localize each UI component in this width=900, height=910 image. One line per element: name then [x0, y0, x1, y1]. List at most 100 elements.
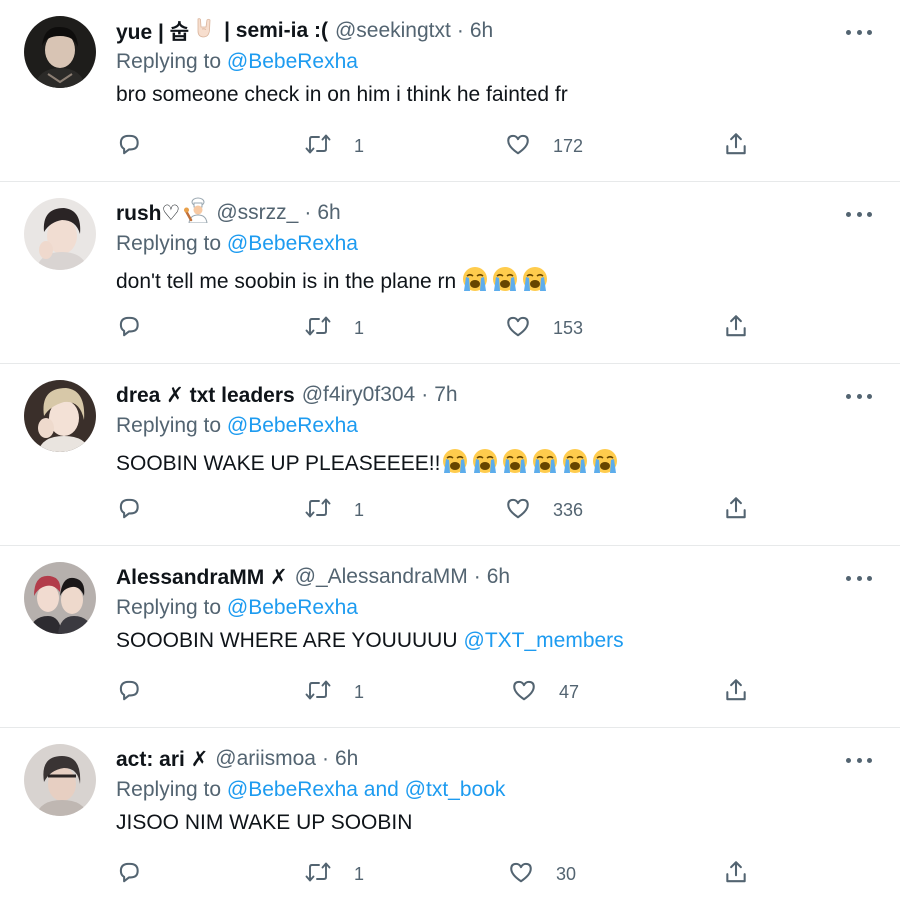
user-handle[interactable]: @ssrzz_	[216, 201, 298, 225]
emoji-group	[460, 265, 550, 299]
replying-to: Replying to @BebeRexha	[116, 414, 358, 438]
retweet-count: 1	[354, 317, 365, 338]
reply-button[interactable]	[116, 494, 142, 526]
share-icon	[723, 313, 749, 344]
reply-icon	[116, 313, 142, 344]
reply-icon	[116, 677, 142, 708]
user-handle[interactable]: @seekingtxt	[335, 19, 451, 43]
share-icon	[723, 677, 749, 708]
avatar[interactable]	[24, 16, 96, 88]
user-handle[interactable]: @f4iry0f304	[302, 383, 416, 407]
retweet-button[interactable]: 1	[304, 312, 364, 344]
retweet-icon	[304, 495, 332, 526]
sign-of-horns-emoji	[192, 16, 216, 46]
avatar[interactable]	[24, 380, 96, 452]
loudly-crying-face-emoji	[490, 265, 520, 299]
loudly-crying-face-emoji	[560, 447, 590, 481]
timestamp[interactable]: 6h	[335, 747, 358, 771]
tweet[interactable]: drea ✗ txt leaders @f4iry0f304 · 7h Repl…	[0, 364, 900, 546]
reply-button[interactable]	[116, 312, 142, 344]
retweet-button[interactable]: 1	[304, 858, 364, 890]
timestamp[interactable]: 6h	[470, 19, 493, 43]
share-button[interactable]	[723, 130, 749, 162]
more-icon[interactable]	[846, 750, 872, 770]
mention-link[interactable]: @BebeRexha and @txt_book	[227, 778, 505, 801]
share-icon	[723, 495, 749, 526]
retweet-button[interactable]: 1	[304, 494, 364, 526]
reply-button[interactable]	[116, 676, 142, 708]
display-name[interactable]: AlessandraMM ✗	[116, 565, 288, 590]
retweet-count: 1	[354, 499, 365, 520]
user-handle[interactable]: @_AlessandraMM	[295, 565, 468, 589]
tweet[interactable]: rush♡ @ssrzz_ · 6h Replying to @BebeRexh…	[0, 182, 900, 364]
replying-to: Replying to @BebeRexha and @txt_book	[116, 778, 505, 802]
reply-icon	[116, 859, 142, 890]
tweet[interactable]: act: ari ✗ @ariismoa · 6h Replying to @B…	[0, 728, 900, 910]
more-icon[interactable]	[846, 568, 872, 588]
loudly-crying-face-emoji	[520, 265, 550, 299]
heart-icon	[505, 131, 531, 162]
tweet[interactable]: AlessandraMM ✗ @_AlessandraMM · 6h Reply…	[0, 546, 900, 728]
like-button[interactable]: 47	[511, 676, 579, 708]
like-button[interactable]: 172	[505, 130, 583, 162]
like-count: 47	[559, 681, 580, 702]
mention-link[interactable]: @BebeRexha	[227, 50, 358, 73]
tweet-text-content: JISOO NIM WAKE UP SOOBIN	[116, 811, 413, 834]
like-button[interactable]: 336	[505, 494, 583, 526]
tweet-header: AlessandraMM ✗ @_AlessandraMM · 6h	[116, 562, 510, 592]
share-button[interactable]	[723, 494, 749, 526]
display-name[interactable]: yue | 숩	[116, 16, 189, 46]
emoji-group	[440, 447, 620, 481]
separator-dot: ·	[304, 201, 312, 224]
separator-dot: ·	[473, 565, 481, 588]
like-count: 336	[553, 499, 584, 520]
share-button[interactable]	[723, 858, 749, 890]
mention-link[interactable]: @BebeRexha	[227, 596, 358, 619]
more-icon[interactable]	[846, 204, 872, 224]
loudly-crying-face-emoji	[440, 447, 470, 481]
avatar[interactable]	[24, 562, 96, 634]
more-icon[interactable]	[846, 386, 872, 406]
separator-dot: ·	[456, 19, 464, 42]
display-name[interactable]: rush♡	[116, 201, 180, 226]
display-name[interactable]: drea ✗ txt leaders	[116, 383, 295, 408]
replying-to: Replying to @BebeRexha	[116, 50, 358, 74]
avatar[interactable]	[24, 198, 96, 270]
timestamp[interactable]: 7h	[434, 383, 457, 407]
display-name-suffix[interactable]: | semi-ia :(	[224, 19, 328, 43]
share-icon	[723, 859, 749, 890]
mention-link[interactable]: @TXT_members	[464, 629, 624, 653]
replying-label: Replying to	[116, 414, 222, 437]
more-icon[interactable]	[846, 22, 872, 42]
share-icon	[723, 131, 749, 162]
replying-label: Replying to	[116, 50, 222, 73]
share-button[interactable]	[723, 312, 749, 344]
reply-button[interactable]	[116, 130, 142, 162]
replying-label: Replying to	[116, 778, 222, 801]
timestamp[interactable]: 6h	[487, 565, 510, 589]
heart-icon	[505, 495, 531, 526]
tweet-text: don't tell me soobin is in the plane rn	[116, 265, 550, 299]
tweet-header: act: ari ✗ @ariismoa · 6h	[116, 744, 358, 774]
reply-button[interactable]	[116, 858, 142, 890]
tweet-header: rush♡ @ssrzz_ · 6h	[116, 197, 341, 229]
share-button[interactable]	[723, 676, 749, 708]
timestamp[interactable]: 6h	[317, 201, 340, 225]
retweet-button[interactable]: 1	[304, 130, 364, 162]
like-button[interactable]: 153	[505, 312, 583, 344]
user-handle[interactable]: @ariismoa	[215, 747, 316, 771]
heart-icon	[508, 859, 534, 890]
tweet[interactable]: yue | 숩 | semi-ia :( @seekingtxt · 6h Re…	[0, 0, 900, 182]
retweet-button[interactable]: 1	[304, 676, 364, 708]
mention-link[interactable]: @BebeRexha	[227, 414, 358, 437]
tweet-text-content: SOOOBIN WHERE ARE YOUUUUU	[116, 629, 458, 652]
heart-icon	[511, 677, 537, 708]
chef-emoji	[183, 197, 209, 229]
avatar[interactable]	[24, 744, 96, 816]
like-button[interactable]: 30	[508, 858, 576, 890]
tweet-text: JISOO NIM WAKE UP SOOBIN	[116, 811, 412, 835]
tweet-header: drea ✗ txt leaders @f4iry0f304 · 7h	[116, 380, 458, 410]
display-name[interactable]: act: ari ✗	[116, 747, 208, 772]
mention-link[interactable]: @BebeRexha	[227, 232, 358, 255]
loudly-crying-face-emoji	[590, 447, 620, 481]
